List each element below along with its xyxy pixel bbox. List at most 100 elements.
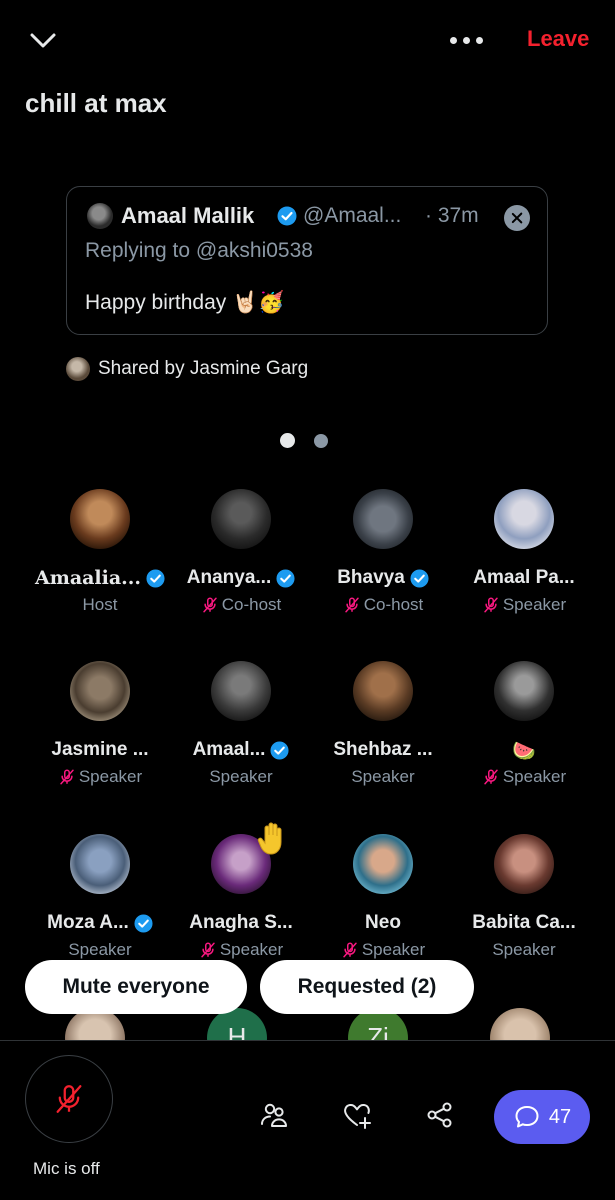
mic-off-icon bbox=[344, 597, 359, 613]
speaker-name-row: Jasmine ... bbox=[25, 739, 175, 761]
speaker-role: Speaker bbox=[492, 940, 556, 959]
shared-tweet-card[interactable]: Amaal Mallik @Amaal... · 37m Replying to… bbox=[66, 186, 548, 335]
speaker-tile[interactable]: Babita Ca... Speaker bbox=[449, 834, 599, 974]
speaker-name: Bhavya bbox=[337, 567, 405, 588]
avatar[interactable] bbox=[211, 489, 271, 549]
speaker-name: Shehbaz ... bbox=[333, 739, 433, 760]
close-icon[interactable] bbox=[504, 205, 530, 231]
speaker-name: Neo bbox=[365, 912, 401, 933]
speaker-role-row: Co-host bbox=[308, 595, 458, 615]
raised-hand-icon bbox=[257, 822, 282, 855]
speaker-role: Host bbox=[82, 595, 118, 614]
avatar bbox=[66, 357, 90, 381]
verified-badge-icon bbox=[277, 206, 297, 226]
share-icon[interactable] bbox=[424, 1099, 456, 1131]
speaker-role-row: Speaker bbox=[449, 595, 599, 615]
speaker-role: Speaker bbox=[502, 767, 567, 786]
speaker-name: Moza A... bbox=[47, 912, 129, 933]
speaker-role-row: Host bbox=[25, 595, 175, 615]
speaker-name-row: Moza A... bbox=[25, 912, 175, 934]
speaker-tile[interactable]: Moza A... Speaker bbox=[25, 834, 175, 974]
speaker-role: Speaker bbox=[502, 595, 567, 614]
speaker-name: Anagha S... bbox=[189, 912, 293, 933]
speaker-name-row: Neo bbox=[308, 912, 458, 934]
speaker-name-row: Bhavya bbox=[308, 567, 458, 589]
speaker-role-row: Speaker bbox=[308, 767, 458, 787]
speaker-role: Co-host bbox=[221, 595, 282, 614]
avatar[interactable] bbox=[353, 661, 413, 721]
avatar[interactable] bbox=[353, 834, 413, 894]
verified-badge-icon bbox=[410, 568, 429, 588]
speaker-role: Speaker bbox=[361, 940, 426, 959]
avatar[interactable] bbox=[494, 489, 554, 549]
speaker-name: 🍉 bbox=[512, 741, 536, 762]
speaker-name: Jasmine ... bbox=[51, 739, 149, 760]
speaker-name-row: Ananya... bbox=[166, 567, 316, 589]
verified-badge-icon bbox=[270, 740, 289, 760]
speaker-tile[interactable]: Ananya... Co-host bbox=[166, 489, 316, 629]
page-indicator bbox=[280, 433, 328, 448]
mic-off-icon bbox=[201, 942, 215, 958]
avatar[interactable] bbox=[494, 661, 554, 721]
tweet-timestamp: · 37m bbox=[425, 204, 479, 227]
speaker-role-row: Speaker bbox=[166, 767, 316, 787]
chevron-down-icon[interactable] bbox=[28, 28, 58, 52]
chat-bubble-icon bbox=[515, 1106, 539, 1128]
speaker-name-row: Shehbaz ... bbox=[308, 739, 458, 761]
speaker-role: Speaker bbox=[68, 940, 132, 959]
speaker-tile[interactable]: Bhavya Co-host bbox=[308, 489, 458, 629]
top-bar: Leave bbox=[0, 0, 615, 80]
leave-button[interactable]: Leave bbox=[527, 26, 589, 52]
space-title: chill at max bbox=[25, 88, 167, 118]
avatar[interactable] bbox=[353, 489, 413, 549]
speaker-role-row: Speaker bbox=[25, 940, 175, 960]
tweet-author-avatar bbox=[87, 203, 113, 229]
speaker-name-row: Anagha S... bbox=[166, 912, 316, 934]
avatar[interactable] bbox=[211, 661, 271, 721]
speaker-tile[interactable]: Amaalia... Host bbox=[25, 489, 175, 629]
people-icon[interactable] bbox=[258, 1099, 290, 1131]
mic-off-icon bbox=[484, 769, 498, 785]
avatar[interactable] bbox=[494, 834, 554, 894]
avatar[interactable] bbox=[70, 489, 130, 549]
speaker-name-row: Babita Ca... bbox=[449, 912, 599, 934]
speaker-name-row: Amaalia... bbox=[25, 567, 175, 589]
mic-off-icon bbox=[56, 1085, 82, 1113]
avatar[interactable] bbox=[70, 661, 130, 721]
speaker-role-row: Speaker bbox=[25, 767, 175, 787]
mute-everyone-button[interactable]: Mute everyone bbox=[25, 960, 247, 1014]
page-dot-active[interactable] bbox=[280, 433, 295, 448]
speaker-role: Speaker bbox=[78, 767, 143, 786]
mic-toggle-button[interactable] bbox=[25, 1055, 113, 1143]
tweet-author-name: Amaal Mallik bbox=[121, 203, 255, 228]
speaker-tile[interactable]: Jasmine ... Speaker bbox=[25, 661, 175, 801]
verified-badge-icon bbox=[134, 913, 153, 933]
shared-by-label: Shared by Jasmine Garg bbox=[98, 358, 309, 379]
avatar[interactable] bbox=[70, 834, 130, 894]
speaker-role: Speaker bbox=[219, 940, 284, 959]
speaker-tile[interactable]: Neo Speaker bbox=[308, 834, 458, 974]
heart-plus-icon[interactable] bbox=[341, 1099, 373, 1131]
verified-badge-icon bbox=[146, 568, 165, 588]
page-dot[interactable] bbox=[314, 433, 328, 448]
requested-button[interactable]: Requested (2) bbox=[260, 960, 474, 1014]
mic-off-icon bbox=[202, 597, 217, 613]
speaker-tile[interactable]: 🍉 Speaker bbox=[449, 661, 599, 801]
more-options-icon[interactable] bbox=[448, 30, 484, 50]
shared-by: Shared by Jasmine Garg bbox=[66, 356, 308, 382]
tweet-text: Happy birthday 🤘🏻🥳 bbox=[85, 291, 285, 314]
speaker-role-row: Speaker bbox=[449, 940, 599, 960]
verified-badge-icon bbox=[276, 568, 295, 588]
mic-status-label: Mic is off bbox=[33, 1159, 100, 1178]
bottom-bar: Mic is off 47 bbox=[0, 1040, 615, 1200]
speaker-tile[interactable]: Shehbaz ... Speaker bbox=[308, 661, 458, 801]
tweet-author-handle: @Amaal... bbox=[303, 204, 402, 227]
speaker-tile[interactable]: Anagha S... Speaker bbox=[166, 822, 316, 974]
chat-button[interactable]: 47 bbox=[494, 1090, 590, 1144]
speaker-tile[interactable]: Amaal... Speaker bbox=[166, 661, 316, 801]
speaker-role-row: Speaker bbox=[308, 940, 458, 960]
mic-off-icon bbox=[60, 769, 74, 785]
speaker-tile[interactable]: Amaal Pa... Speaker bbox=[449, 489, 599, 629]
speaker-name-row: Amaal... bbox=[166, 739, 316, 761]
speaker-role-row: Speaker bbox=[166, 940, 316, 960]
